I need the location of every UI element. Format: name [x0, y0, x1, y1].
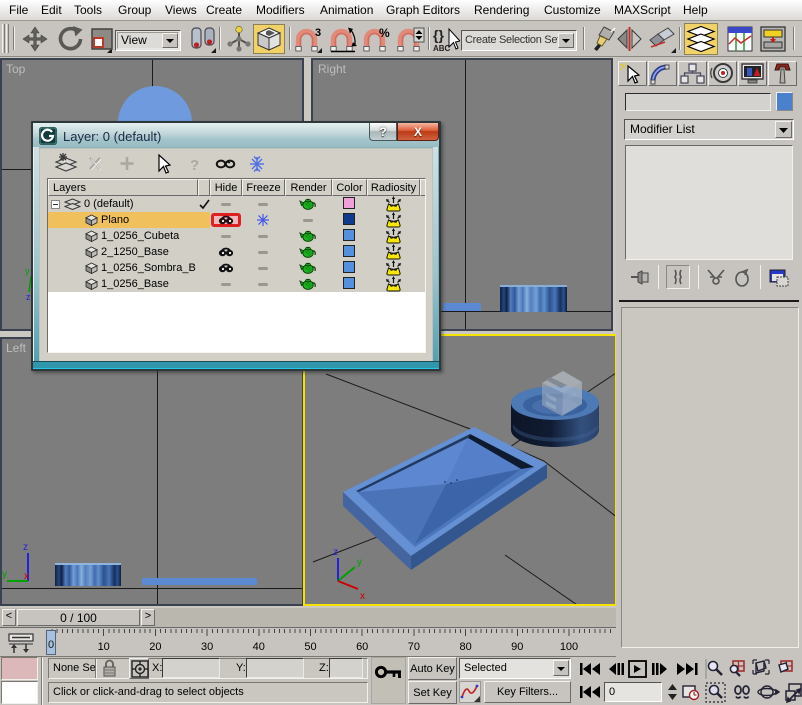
- svg-text:z: z: [333, 547, 338, 558]
- svg-text:20: 20: [149, 641, 161, 653]
- svg-text:y: y: [357, 557, 362, 568]
- svg-text:{}: {}: [433, 27, 444, 43]
- svg-text:%: %: [379, 26, 390, 40]
- svg-text:10: 10: [98, 641, 110, 653]
- svg-text:70: 70: [408, 641, 420, 653]
- svg-text:z: z: [23, 542, 28, 553]
- svg-text:ABC: ABC: [433, 44, 451, 53]
- svg-text:x: x: [360, 591, 365, 602]
- svg-text:80: 80: [459, 641, 471, 653]
- svg-text:y: y: [25, 266, 30, 276]
- svg-text:90: 90: [511, 641, 523, 653]
- svg-text:30: 30: [201, 641, 213, 653]
- svg-text:y: y: [2, 569, 7, 580]
- svg-text:?: ?: [190, 157, 199, 174]
- svg-text:60: 60: [356, 641, 368, 653]
- svg-text:3: 3: [315, 27, 321, 39]
- svg-text:40: 40: [253, 641, 265, 653]
- svg-text:50: 50: [304, 641, 316, 653]
- svg-text:x: x: [24, 571, 29, 582]
- svg-text:100: 100: [560, 641, 578, 653]
